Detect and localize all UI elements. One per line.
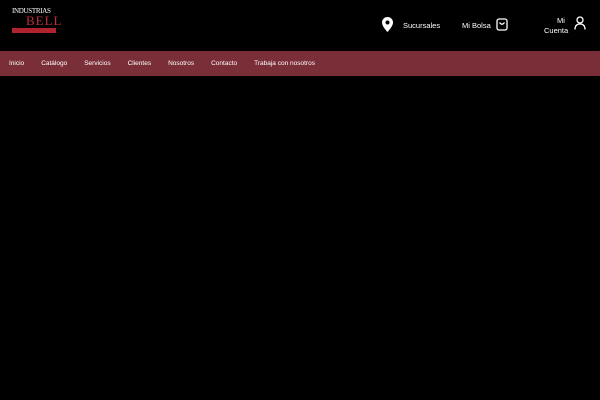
nav-catalogo[interactable]: Catálogo [41,60,67,67]
account-line2[interactable]: Cuenta [544,26,568,35]
nav-nosotros[interactable]: Nosotros [168,60,194,67]
nav-contacto[interactable]: Contacto [211,60,237,67]
account-line1[interactable]: Mi [557,16,565,25]
branches-link[interactable]: Sucursales [403,21,440,30]
nav-servicios[interactable]: Servicios [84,60,110,67]
shopping-bag-icon[interactable] [496,18,508,31]
nav-trabaja[interactable]: Trabaja con nosotros [254,60,315,67]
bag-link[interactable]: Mi Bolsa [462,21,491,30]
nav-clientes[interactable]: Clientes [128,60,151,67]
logo[interactable]: INDUSTRIAS BELL [12,8,62,36]
logo-brand: BELL [26,13,63,28]
location-pin-icon[interactable] [382,17,393,32]
main-nav: Inicio Catálogo Servicios Clientes Nosot… [0,51,600,76]
user-icon[interactable] [574,16,586,30]
header: INDUSTRIAS BELL Sucursales Mi Bolsa Mi C… [0,0,600,50]
logo-bar [12,28,56,33]
nav-inicio[interactable]: Inicio [9,60,24,67]
